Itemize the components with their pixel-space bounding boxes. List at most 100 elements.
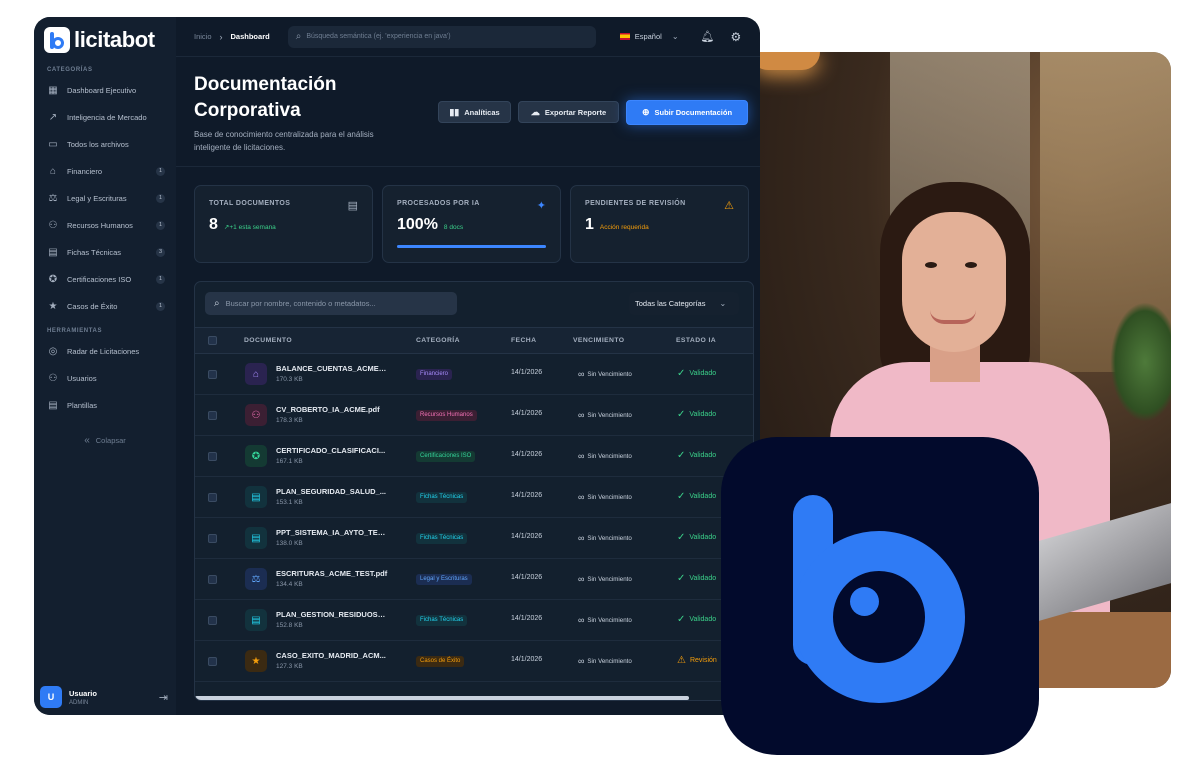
sidebar-item[interactable]: ★ Casos de Éxito 1 [34, 293, 176, 320]
badge-icon: ✪ [245, 445, 267, 467]
column-header-category[interactable]: CATEGORÍA [416, 337, 460, 344]
document-size: 153.1 KB [276, 499, 303, 506]
stat-note: 8 docs [444, 224, 463, 231]
sidebar-item[interactable]: ▦ Dashboard Ejecutivo [34, 77, 176, 104]
sidebar-item[interactable]: ▭ Todos los archivos [34, 131, 176, 158]
row-checkbox[interactable] [208, 575, 217, 584]
bell-icon[interactable]: 🔔︎ [701, 30, 715, 43]
row-checkbox[interactable] [208, 452, 217, 461]
table-row[interactable]: ▤ PLAN_GESTION_RESIDUOS_... 152.8 KB Fichas… [195, 600, 753, 641]
ai-status-text: Validado [689, 616, 717, 623]
topbar: Inicio › Dashboard ⌕ Búsqueda semántica … [176, 17, 760, 57]
spain-flag-icon [619, 33, 630, 40]
table-row[interactable]: ⚇ CV_ROBERTO_IA_ACME.pdf 178.3 KB Recursos … [195, 395, 753, 436]
logo-icon [44, 27, 70, 53]
document-date: 14/1/2026 [511, 369, 543, 376]
table-row[interactable]: ★ CASO_EXITO_MADRID_ACM... 127.3 KB Casos d… [195, 641, 753, 682]
document-name[interactable]: CASO_EXITO_MADRID_ACM... [276, 651, 388, 660]
row-checkbox[interactable] [208, 534, 217, 543]
semantic-search-input[interactable]: ⌕ Búsqueda semántica (ej. 'experiencia e… [287, 25, 596, 48]
sidebar-item[interactable]: ⌂ Financiero 1 [34, 158, 176, 185]
column-header-document[interactable]: DOCUMENTO [244, 337, 292, 344]
document-date: 14/1/2026 [511, 410, 543, 417]
row-checkbox[interactable] [208, 411, 217, 420]
collapse-button[interactable]: « Colapsar [34, 427, 176, 453]
document-name[interactable]: CV_ROBERTO_IA_ACME.pdf [276, 405, 388, 414]
ai-status-text: Validado [689, 493, 717, 500]
row-checkbox[interactable] [208, 616, 217, 625]
logo[interactable]: licitabot [34, 17, 176, 63]
ai-status: ✓ Validado [677, 450, 716, 461]
document-name[interactable]: BALANCE_CUENTAS_ACME_... [276, 364, 388, 373]
row-checkbox[interactable] [208, 370, 217, 379]
sidebar-item[interactable]: ↗ Inteligencia de Mercado [34, 104, 176, 131]
grid-icon: ▦ [48, 84, 58, 96]
expiry-cell: ∞ Sin Vencimiento [578, 369, 632, 379]
expiry-cell: ∞ Sin Vencimiento [578, 410, 632, 420]
export-report-button[interactable]: ☁ Exportar Reporte [518, 101, 619, 123]
stat-note: Acción requerida [600, 224, 649, 231]
infinity-icon: ∞ [578, 369, 585, 379]
search-icon: ⌕ [214, 298, 220, 309]
document-name[interactable]: ESCRITURAS_ACME_TEST.pdf [276, 569, 388, 578]
file-icon: ▤ [48, 399, 58, 411]
analytics-button[interactable]: ▮▮ Analíticas [438, 101, 511, 123]
document-size: 152.8 KB [276, 622, 303, 629]
sidebar-item[interactable]: ▤ Fichas Técnicas 3 [34, 239, 176, 266]
language-selector[interactable]: Español ⌄ [619, 32, 679, 41]
badge-icon: ✪ [48, 273, 58, 285]
document-size: 178.3 KB [276, 417, 303, 424]
document-name[interactable]: PLAN_GESTION_RESIDUOS_... [276, 610, 388, 619]
sidebar-tool-item[interactable]: ⚇ Usuarios [34, 365, 176, 392]
expiry-text: Sin Vencimiento [587, 534, 632, 542]
category-badge: Recursos Humanos [416, 410, 477, 421]
ai-status: ✓ Validado [677, 368, 716, 379]
table-row[interactable]: ✪ CERTIFICADO_CLASIFICACI... 167.1 KB Certi… [195, 436, 753, 477]
trend-icon: ↗ [48, 111, 58, 123]
document-name[interactable]: PPT_SISTEMA_IA_AYTO_TES... [276, 528, 388, 537]
select-all-checkbox[interactable] [208, 336, 217, 345]
sidebar-tool-item[interactable]: ▤ Plantillas [34, 392, 176, 419]
sidebar-item-count: 1 [156, 221, 165, 230]
document-name[interactable]: CERTIFICADO_CLASIFICACI... [276, 446, 388, 455]
sidebar-item[interactable]: ⚇ Recursos Humanos 1 [34, 212, 176, 239]
search-icon: ⌕ [295, 31, 302, 42]
gear-icon[interactable]: ⚙ [730, 30, 741, 44]
stat-card: PENDIENTES DE REVISIÓN ⚠ 1 Acción requerida [570, 185, 749, 263]
table-row[interactable]: ▤ PPT_SISTEMA_IA_AYTO_TES... 138.0 KB Ficha… [195, 518, 753, 559]
row-checkbox[interactable] [208, 493, 217, 502]
page-header: Documentación Corporativa Base de conoci… [194, 72, 454, 154]
table-row[interactable]: ⚖ ESCRITURAS_ACME_TEST.pdf 134.4 KB Legal y… [195, 559, 753, 600]
expiry-cell: ∞ Sin Vencimiento [578, 492, 632, 502]
sidebar-item-label: Inteligencia de Mercado [67, 113, 147, 122]
bank-icon: ⌂ [49, 165, 57, 177]
sidebar-tool-item[interactable]: ◎ Radar de Licitaciones [34, 338, 176, 365]
logout-icon[interactable]: ⇥ [159, 691, 168, 704]
sidebar-item[interactable]: ✪ Certificaciones ISO 1 [34, 266, 176, 293]
document-search-input[interactable]: ⌕ Buscar por nombre, contenido o metadat… [205, 292, 457, 315]
check-circle-icon: ✓ [677, 409, 686, 420]
sidebar-item[interactable]: ⚖ Legal y Escrituras 1 [34, 185, 176, 212]
sidebar-item-label: Dashboard Ejecutivo [67, 86, 137, 95]
breadcrumb-home[interactable]: Inicio [194, 32, 212, 41]
row-checkbox[interactable] [208, 657, 217, 666]
user-profile[interactable]: U Usuario ADMIN ⇥ [34, 679, 176, 715]
infinity-icon: ∞ [578, 410, 585, 420]
document-name[interactable]: PLAN_SEGURIDAD_SALUD_... [276, 487, 388, 496]
upload-documentation-button[interactable]: ⊕ Subir Documentación [626, 100, 748, 125]
category-badge: Casos de Éxito [416, 656, 465, 667]
sidebar-section-categories: CATEGORÍAS [47, 67, 93, 73]
file-icon: ▤ [245, 486, 267, 508]
category-badge: Financiero [416, 369, 453, 380]
document-size: 127.3 KB [276, 663, 303, 670]
table-row[interactable]: ▤ PLAN_SEGURIDAD_SALUD_... 153.1 KB Fichas … [195, 477, 753, 518]
radar-icon: ◎ [48, 345, 58, 357]
table-row[interactable]: ⌂ BALANCE_CUENTAS_ACME_... 170.3 KB Financi… [195, 354, 753, 395]
scrollbar-thumb[interactable] [195, 696, 689, 700]
column-header-date[interactable]: FECHA [511, 337, 536, 344]
category-filter-select[interactable]: Todas las Categorías ⌄ [629, 292, 739, 315]
ai-status-text: Validado [689, 411, 717, 418]
column-header-ai-status[interactable]: ESTADO IA [676, 337, 716, 344]
horizontal-scrollbar[interactable] [195, 696, 753, 700]
column-header-expiry[interactable]: VENCIMIENTO [573, 337, 624, 344]
